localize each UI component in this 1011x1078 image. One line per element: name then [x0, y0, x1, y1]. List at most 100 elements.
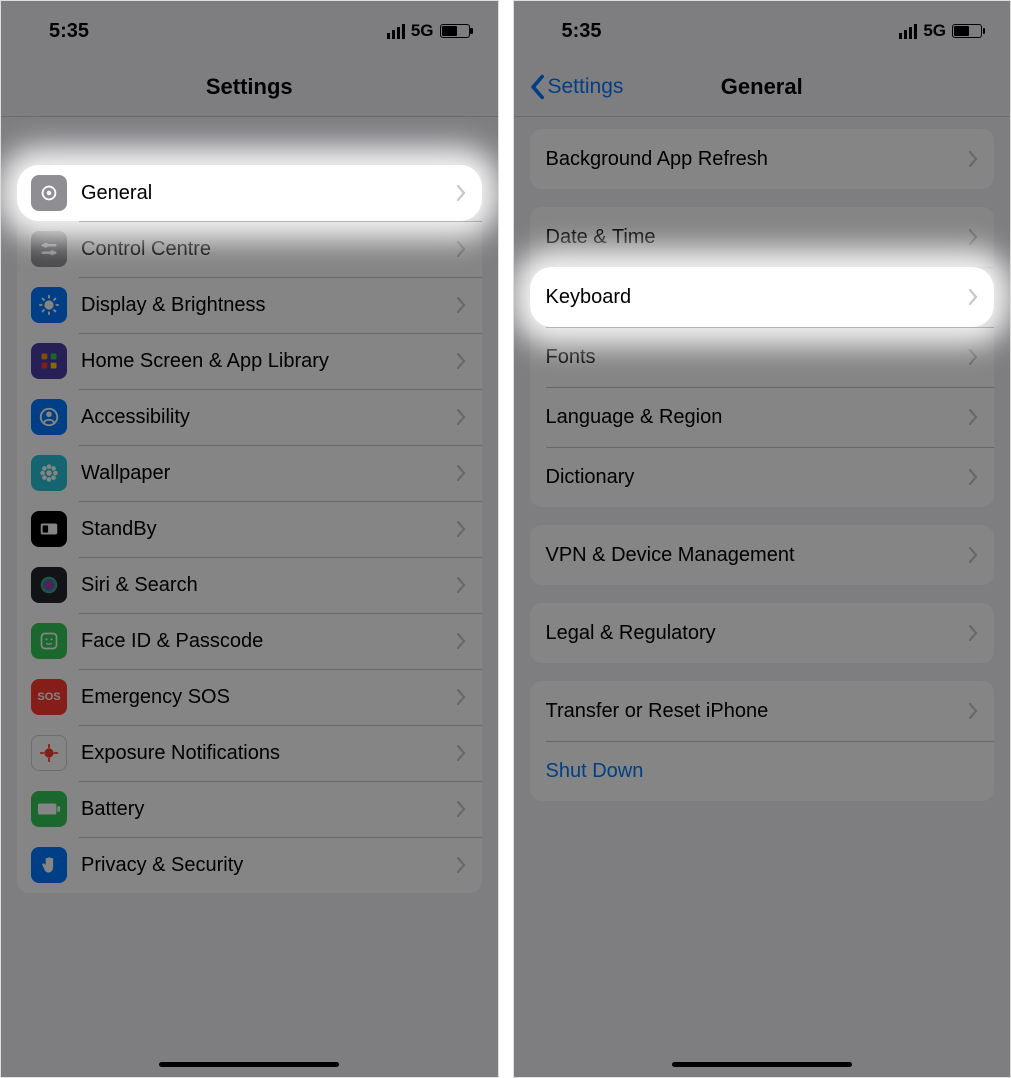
general-row-fonts[interactable]: Fonts	[530, 327, 995, 387]
chevron-right-icon	[456, 576, 466, 594]
settings-row-face-id-passcode[interactable]: Face ID & Passcode	[17, 613, 482, 669]
general-group: VPN & Device Management	[530, 525, 995, 585]
settings-row-display-brightness[interactable]: Display & Brightness	[17, 277, 482, 333]
statusbar: 5:35 5G	[514, 1, 1011, 57]
network-label: 5G	[411, 21, 434, 41]
chevron-right-icon	[456, 632, 466, 650]
status-right: 5G	[387, 21, 470, 41]
settings-row-control-centre[interactable]: Control Centre	[17, 221, 482, 277]
chevron-right-icon	[968, 702, 978, 720]
general-row-language-region[interactable]: Language & Region	[530, 387, 995, 447]
row-label: Legal & Regulatory	[546, 622, 716, 645]
row-label: Display & Brightness	[81, 294, 266, 317]
row-label: StandBy	[81, 518, 157, 541]
general-row-keyboard[interactable]: Keyboard	[530, 267, 995, 327]
settings-row-siri-search[interactable]: Siri & Search	[17, 557, 482, 613]
back-button[interactable]: Settings	[528, 57, 624, 116]
chevron-right-icon	[968, 468, 978, 486]
screenshot-general: 5:35 5G Settings General Background App …	[513, 0, 1011, 1078]
row-label: Shut Down	[546, 760, 644, 783]
general-row-date-time[interactable]: Date & Time	[530, 207, 995, 267]
row-label: Language & Region	[546, 406, 723, 429]
row-label: Privacy & Security	[81, 854, 243, 877]
chevron-right-icon	[968, 408, 978, 426]
chevron-right-icon	[968, 228, 978, 246]
row-label: Wallpaper	[81, 462, 170, 485]
general-row-vpn-device-management[interactable]: VPN & Device Management	[530, 525, 995, 585]
general-row-shut-down[interactable]: Shut Down	[530, 741, 995, 801]
battery-icon	[31, 791, 67, 827]
general-row-legal-regulatory[interactable]: Legal & Regulatory	[530, 603, 995, 663]
general-row-transfer-reset[interactable]: Transfer or Reset iPhone	[530, 681, 995, 741]
chevron-right-icon	[968, 624, 978, 642]
general-row-dictionary[interactable]: Dictionary	[530, 447, 995, 507]
flower-icon	[31, 455, 67, 491]
sun-icon	[31, 287, 67, 323]
settings-group: General Control Centre Display & Brightnes…	[17, 165, 482, 893]
navbar: Settings	[1, 57, 498, 117]
virus-icon	[31, 735, 67, 771]
separator	[546, 327, 995, 328]
chevron-right-icon	[456, 352, 466, 370]
sliders-icon	[31, 231, 67, 267]
row-label: Siri & Search	[81, 574, 198, 597]
statusbar: 5:35 5G	[1, 1, 498, 57]
row-label: Battery	[81, 798, 144, 821]
general-group: Legal & Regulatory	[530, 603, 995, 663]
row-label: Exposure Notifications	[81, 742, 280, 765]
chevron-right-icon	[968, 546, 978, 564]
settings-row-wallpaper[interactable]: Wallpaper	[17, 445, 482, 501]
network-label: 5G	[923, 21, 946, 41]
general-row-background-app-refresh[interactable]: Background App Refresh	[530, 129, 995, 189]
chevron-right-icon	[456, 744, 466, 762]
home-indicator[interactable]	[159, 1062, 339, 1067]
row-label: Dictionary	[546, 466, 635, 489]
siri-icon	[31, 567, 67, 603]
chevron-right-icon	[456, 688, 466, 706]
separator	[79, 221, 482, 222]
home-indicator[interactable]	[672, 1062, 852, 1067]
chevron-right-icon	[456, 464, 466, 482]
row-label: Control Centre	[81, 238, 211, 261]
chevron-right-icon	[456, 520, 466, 538]
signal-icon	[387, 24, 405, 39]
status-right: 5G	[899, 21, 982, 41]
settings-row-standby[interactable]: StandBy	[17, 501, 482, 557]
settings-row-emergency-sos[interactable]: SOS Emergency SOS	[17, 669, 482, 725]
row-label: VPN & Device Management	[546, 544, 795, 567]
general-group: Date & Time Keyboard Fonts Language & Regio…	[530, 207, 995, 507]
navbar: Settings General	[514, 57, 1011, 117]
grid-icon	[31, 343, 67, 379]
settings-row-general[interactable]: General	[17, 165, 482, 221]
battery-icon	[952, 24, 982, 38]
general-group: Background App Refresh	[530, 129, 995, 189]
chevron-right-icon	[968, 150, 978, 168]
status-time: 5:35	[562, 20, 602, 43]
row-label: Emergency SOS	[81, 686, 230, 709]
status-time: 5:35	[49, 20, 89, 43]
row-label: Home Screen & App Library	[81, 350, 329, 373]
battery-icon	[440, 24, 470, 38]
row-label: Date & Time	[546, 226, 656, 249]
settings-row-battery[interactable]: Battery	[17, 781, 482, 837]
hand-icon	[31, 847, 67, 883]
row-label: Transfer or Reset iPhone	[546, 700, 769, 723]
sos-icon: SOS	[31, 679, 67, 715]
signal-icon	[899, 24, 917, 39]
general-group: Transfer or Reset iPhone Shut Down	[530, 681, 995, 801]
settings-row-privacy-security[interactable]: Privacy & Security	[17, 837, 482, 893]
screenshot-settings: 5:35 5G Settings General Control Centre Di…	[0, 0, 499, 1078]
gear-icon	[31, 175, 67, 211]
chevron-right-icon	[456, 856, 466, 874]
chevron-right-icon	[968, 288, 978, 306]
chevron-right-icon	[456, 240, 466, 258]
person-icon	[31, 399, 67, 435]
settings-list: General Control Centre Display & Brightnes…	[1, 117, 498, 1077]
settings-row-home-screen-app-library[interactable]: Home Screen & App Library	[17, 333, 482, 389]
face-icon	[31, 623, 67, 659]
settings-row-exposure-notifications[interactable]: Exposure Notifications	[17, 725, 482, 781]
settings-row-accessibility[interactable]: Accessibility	[17, 389, 482, 445]
row-label: Keyboard	[546, 286, 632, 309]
row-label: Fonts	[546, 346, 596, 369]
chevron-right-icon	[456, 184, 466, 202]
